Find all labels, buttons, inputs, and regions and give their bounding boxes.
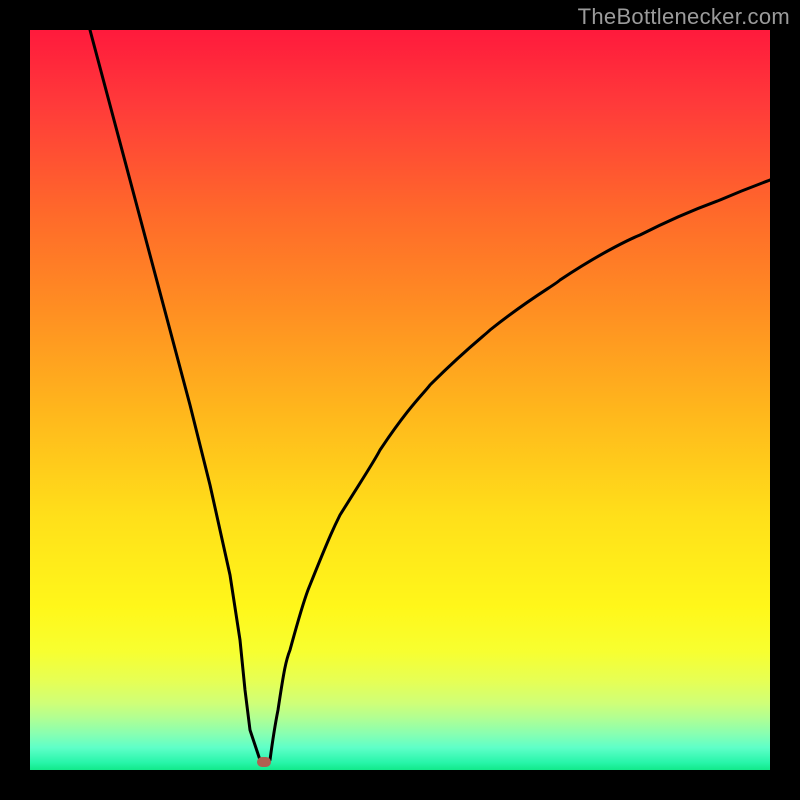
chart-frame: TheBottlenecker.com (0, 0, 800, 800)
bottleneck-curve (30, 30, 770, 770)
minimum-marker (257, 757, 271, 767)
curve-path (90, 30, 770, 760)
watermark-text: TheBottlenecker.com (578, 4, 790, 30)
